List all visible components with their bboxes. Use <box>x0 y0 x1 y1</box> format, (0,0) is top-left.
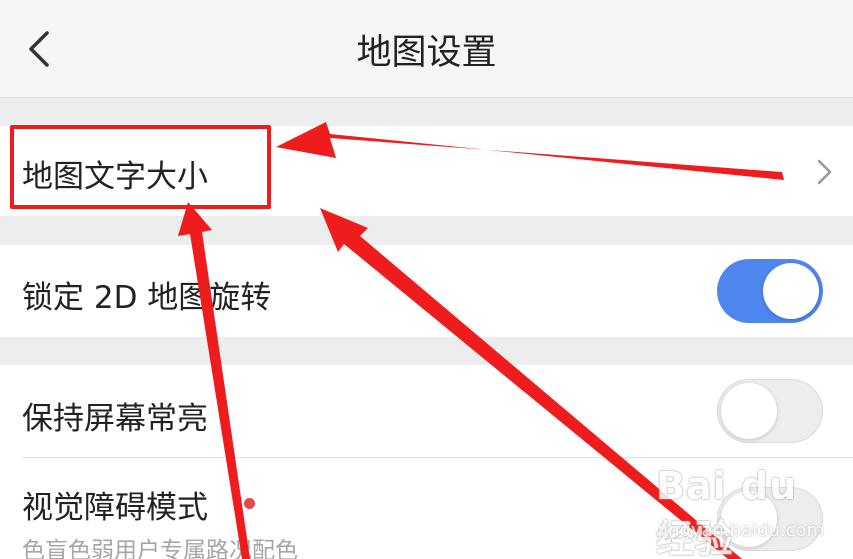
nav-header: 地图设置 <box>0 0 853 98</box>
toggle-knob <box>721 491 777 547</box>
visual-impairment-sublabel: 色盲色弱用户专属路况配色 <box>22 538 298 559</box>
row-divider <box>22 457 853 458</box>
settings-row-lock-2d-rotation: 锁定 2D 地图旋转 <box>0 245 853 337</box>
keep-screen-on-toggle[interactable] <box>717 379 823 443</box>
map-text-size-label: 地图文字大小 <box>22 159 208 195</box>
toggle-knob <box>721 383 777 439</box>
new-feature-dot <box>244 498 255 509</box>
settings-row-map-text-size[interactable]: 地图文字大小 <box>0 126 853 216</box>
lock-2d-rotation-label: 锁定 2D 地图旋转 <box>22 280 272 316</box>
chevron-left-icon <box>29 31 49 67</box>
lock-2d-rotation-toggle[interactable] <box>717 259 823 323</box>
back-button[interactable] <box>0 0 80 98</box>
page-title: 地图设置 <box>356 32 497 73</box>
toggle-knob <box>763 263 819 319</box>
settings-group-display: 保持屏幕常亮 视觉障碍模式 色盲色弱用户专属路况配色 <box>0 365 853 559</box>
visual-impairment-label: 视觉障碍模式 <box>22 490 208 526</box>
visual-impairment-toggle[interactable] <box>717 487 823 551</box>
chevron-right-icon <box>817 159 832 185</box>
map-settings-screen: 地图设置 地图文字大小 锁定 2D 地图旋转 保持屏幕常亮 视觉障碍模式 色盲色… <box>0 0 853 559</box>
keep-screen-on-label: 保持屏幕常亮 <box>22 401 208 437</box>
